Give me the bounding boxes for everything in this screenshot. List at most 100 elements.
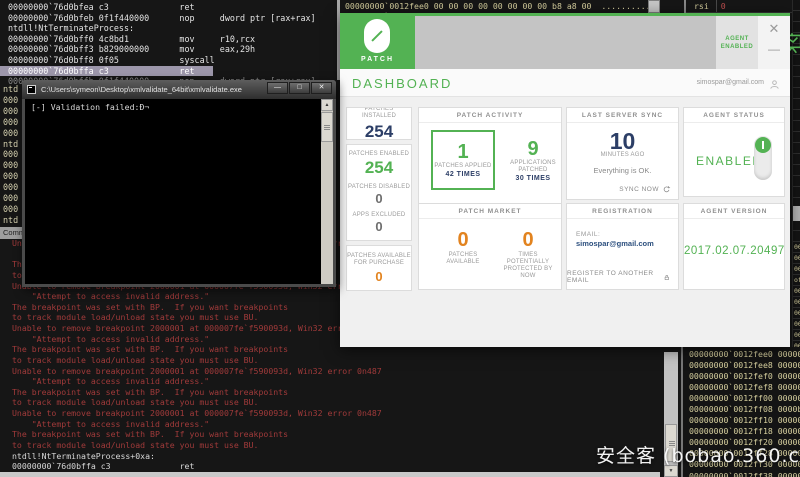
page-title: DASHBOARD <box>352 76 452 91</box>
cmd-icon <box>27 85 36 94</box>
card-title: AGENT VERSION <box>684 204 784 219</box>
register-value: 0 <box>721 1 726 11</box>
stat-value: 0 <box>347 219 411 234</box>
stat-sub: 30 TIMES <box>515 175 550 182</box>
card-title: LAST SERVER SYNC <box>567 108 678 123</box>
dashboard-content: PATCHES INSTALLED 254 PATCHES ENABLED 25… <box>340 97 790 347</box>
cmd-titlebar[interactable]: C:\Users\symeon\Desktop\xmlvalidate_64bi… <box>22 80 336 99</box>
register-fragment: 00 <box>793 242 800 253</box>
account-email: simospar@gmail.com <box>697 79 764 86</box>
register-fragment <box>793 187 800 198</box>
agent-enabled-badge: AGENT ENABLED <box>716 16 758 69</box>
agent-status-card: AGENT STATUS ENABLED <box>683 107 785 197</box>
register-fragment <box>793 176 800 187</box>
cmd-scroll-thumb[interactable] <box>321 112 333 142</box>
address-fragment: 000 <box>3 160 18 171</box>
memory-row: 00000000`0012ff00 000000 <box>689 393 800 404</box>
patches-applied-stat: 1 PATCHES APPLIED 42 TIMES <box>431 130 495 190</box>
horizontal-scrollbar[interactable] <box>0 472 660 477</box>
patch-toolbar: PATCH <box>340 16 790 69</box>
stat-card-patches-installed: PATCHES INSTALLED 254 <box>346 107 412 140</box>
agent-version-card: AGENT VERSION 2017.02.07.20497 <box>683 203 785 290</box>
cmd-title: C:\Users\symeon\Desktop\xmlvalidate_64bi… <box>41 80 261 99</box>
cmd-scrollbar[interactable]: ▲ <box>321 99 333 284</box>
register-fragment <box>793 11 800 22</box>
memory-row: 00000000`0012ff08 0000bf <box>689 404 800 415</box>
console-line: to track module load/unload state you mu… <box>12 440 382 451</box>
register-another-email-button[interactable]: REGISTER TO ANOTHER EMAIL <box>567 270 671 284</box>
console-line: 00000000`76d0bffa c3 ret <box>12 461 382 472</box>
close-icon[interactable]: ✕ <box>758 21 790 37</box>
stat-label: PATCHES AVAILABLE <box>433 252 493 266</box>
memory-line: 00000000`0012fee0 00 00 00 00 00 00 00 0… <box>345 1 651 11</box>
stat-label: TIMES POTENTIALLY PROTECTED BY NOW <box>497 252 559 280</box>
sync-now-button[interactable]: SYNC NOW <box>619 185 671 194</box>
address-fragment: ntd <box>3 215 18 226</box>
register-fragment <box>793 66 800 77</box>
register-another-email-label: REGISTER TO ANOTHER EMAIL <box>567 270 660 284</box>
agent-status-value: ENABLED <box>696 154 763 168</box>
register-row: rsi 0 <box>686 0 792 13</box>
disassembly-line: 00000000`76d0bffa c3 ret <box>0 66 213 77</box>
stat-value: 0 <box>347 191 411 206</box>
stat-value: 9 <box>527 139 538 159</box>
agent-toggle[interactable] <box>754 136 772 180</box>
registered-email: simospar@gmail.com <box>576 239 678 248</box>
stat-sub: 42 TIMES <box>445 171 480 178</box>
register-fragment <box>793 77 800 88</box>
stat-card-patches-for-purchase: PATCHES AVAILABLE FOR PURCHASE 0 <box>346 245 412 291</box>
console-line: Unable to remove breakpoint 2000001 at 0… <box>12 366 382 377</box>
memory-pane-top: 00000000`0012fee0 00 00 00 00 00 00 00 0… <box>345 1 651 13</box>
minimize-icon[interactable]: — <box>758 42 790 56</box>
address-fragment: 000 <box>3 106 18 117</box>
console-line: "Attempt to access invalid address." <box>12 419 382 430</box>
register-fragment <box>793 110 800 121</box>
cmd-output-line: [-] Validation failed:Ð¬ <box>31 102 149 112</box>
screenshot-root: 00000000`76d0bfea c3 ret00000000`76d0bfe… <box>0 0 800 477</box>
address-fragment: 000 <box>3 128 18 139</box>
memory-row: 00000000`0012ff18 000000 <box>689 426 800 437</box>
card-title: AGENT STATUS <box>684 108 784 123</box>
register-fragment <box>793 132 800 143</box>
memory-row: 00000000`0012fef8 000000 <box>689 382 800 393</box>
address-fragment: 000 <box>3 149 18 160</box>
memory-row: 00000000`0012fee8 000000 <box>689 360 800 371</box>
sync-now-label: SYNC NOW <box>619 186 659 193</box>
register-fragment <box>793 154 800 165</box>
register-fragment <box>793 165 800 176</box>
register-fragment <box>793 88 800 99</box>
console-line: to track module load/unload state you mu… <box>12 397 382 408</box>
console-line: to track module load/unload state you mu… <box>12 355 382 366</box>
cmd-close-button[interactable]: ✕ <box>311 82 332 94</box>
memory-row: 00000000`0012fef0 000000 <box>689 371 800 382</box>
stat-value: 254 <box>347 122 411 141</box>
disassembly-line: 00000000`76d0bfea c3 ret <box>8 2 316 13</box>
sync-minutes-value: 10 <box>567 130 678 152</box>
stat-label: PATCHES DISABLED <box>347 184 411 191</box>
console-line: ntdll!NtTerminateProcess+0xa: <box>12 451 382 462</box>
register-fragment: of <box>793 275 800 286</box>
register-pane-scroll-thumb[interactable] <box>793 206 800 221</box>
times-protected-stat: 0 TIMES POTENTIALLY PROTECTED BY NOW <box>497 230 559 280</box>
register-fragment <box>793 121 800 132</box>
agent-toggle-knob[interactable] <box>755 137 771 153</box>
stat-value: 0 <box>347 269 411 284</box>
refresh-icon <box>662 185 671 194</box>
register-fragment: 00 <box>793 264 800 275</box>
disassembly-pane: 00000000`76d0bfea c3 ret00000000`76d0bfe… <box>8 2 316 87</box>
stat-label: APPLICATIONS PATCHED <box>507 160 559 174</box>
console-line: The breakpoint was set with BP. If you w… <box>12 429 382 440</box>
console-line: "Attempt to access invalid address." <box>12 376 382 387</box>
address-fragment: 000 <box>3 193 18 204</box>
address-fragment: ntd <box>3 139 18 150</box>
memory-pane-scrollbar[interactable] <box>648 0 660 13</box>
stat-label: PATCHES APPLIED <box>434 163 491 170</box>
register-fragment: 00 <box>793 297 800 308</box>
cmd-minimize-button[interactable]: — <box>267 82 288 94</box>
console-line: to track module load/unload state you mu… <box>12 312 382 323</box>
register-fragment: 00 <box>793 286 800 297</box>
cmd-maximize-button[interactable]: □ <box>289 82 310 94</box>
last-server-sync-card: LAST SERVER SYNC 10 MINUTES AGO Everythi… <box>566 107 679 200</box>
window-controls: ✕ — <box>758 16 790 69</box>
cmd-scroll-up-arrow[interactable]: ▲ <box>321 99 333 111</box>
